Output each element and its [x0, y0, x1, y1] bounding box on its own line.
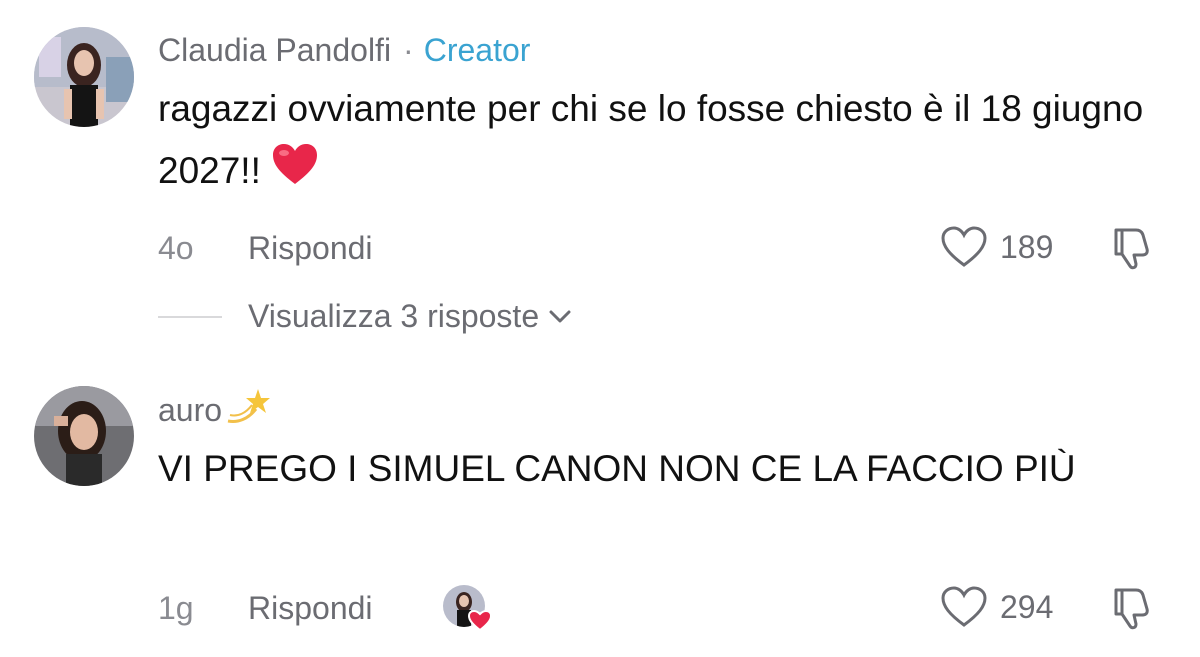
avatar[interactable] — [34, 27, 134, 127]
timestamp: 4o — [158, 229, 194, 266]
chevron-down-icon — [549, 310, 571, 322]
dizzy-star-icon — [224, 385, 271, 435]
comment-meta: 1g Rispondi — [158, 586, 373, 630]
heart-outline-icon — [941, 586, 987, 627]
like-button[interactable]: 189 — [940, 224, 1053, 270]
dislike-button[interactable] — [1108, 224, 1156, 277]
creator-badge: Creator — [423, 31, 531, 68]
author-name[interactable]: auro — [158, 392, 222, 429]
comment-body: VI PREGO I SIMUEL CANON NON CE LA FACCIO… — [158, 448, 1076, 489]
author-line: Claudia Pandolfi · Creator — [158, 28, 530, 72]
creator-liked-badge — [442, 584, 493, 632]
timestamp: 1g — [158, 589, 194, 626]
red-heart-icon — [271, 142, 319, 205]
like-button[interactable]: 294 — [940, 584, 1053, 630]
dislike-button[interactable] — [1108, 584, 1156, 637]
view-replies-label: Visualizza 3 risposte — [248, 298, 540, 334]
reply-button[interactable]: Rispondi — [248, 230, 373, 267]
separator: · — [403, 31, 414, 68]
avatar[interactable] — [34, 386, 134, 486]
like-count: 294 — [1000, 588, 1054, 625]
reply-button[interactable]: Rispondi — [248, 590, 373, 627]
thumbs-down-icon — [1114, 228, 1149, 270]
view-replies-button[interactable]: Visualizza 3 risposte — [158, 298, 571, 335]
author-line: auro — [158, 385, 271, 435]
like-count: 189 — [1000, 228, 1054, 265]
comment-text: VI PREGO I SIMUEL CANON NON CE LA FACCIO… — [158, 438, 1158, 500]
comment-meta: 4o Rispondi — [158, 226, 373, 270]
comment-text: ragazzi ovviamente per chi se lo fosse c… — [158, 78, 1158, 205]
divider-line — [158, 315, 222, 318]
author-name[interactable]: Claudia Pandolfi — [158, 32, 391, 69]
thumbs-down-icon — [1114, 588, 1149, 630]
heart-outline-icon — [941, 226, 987, 267]
